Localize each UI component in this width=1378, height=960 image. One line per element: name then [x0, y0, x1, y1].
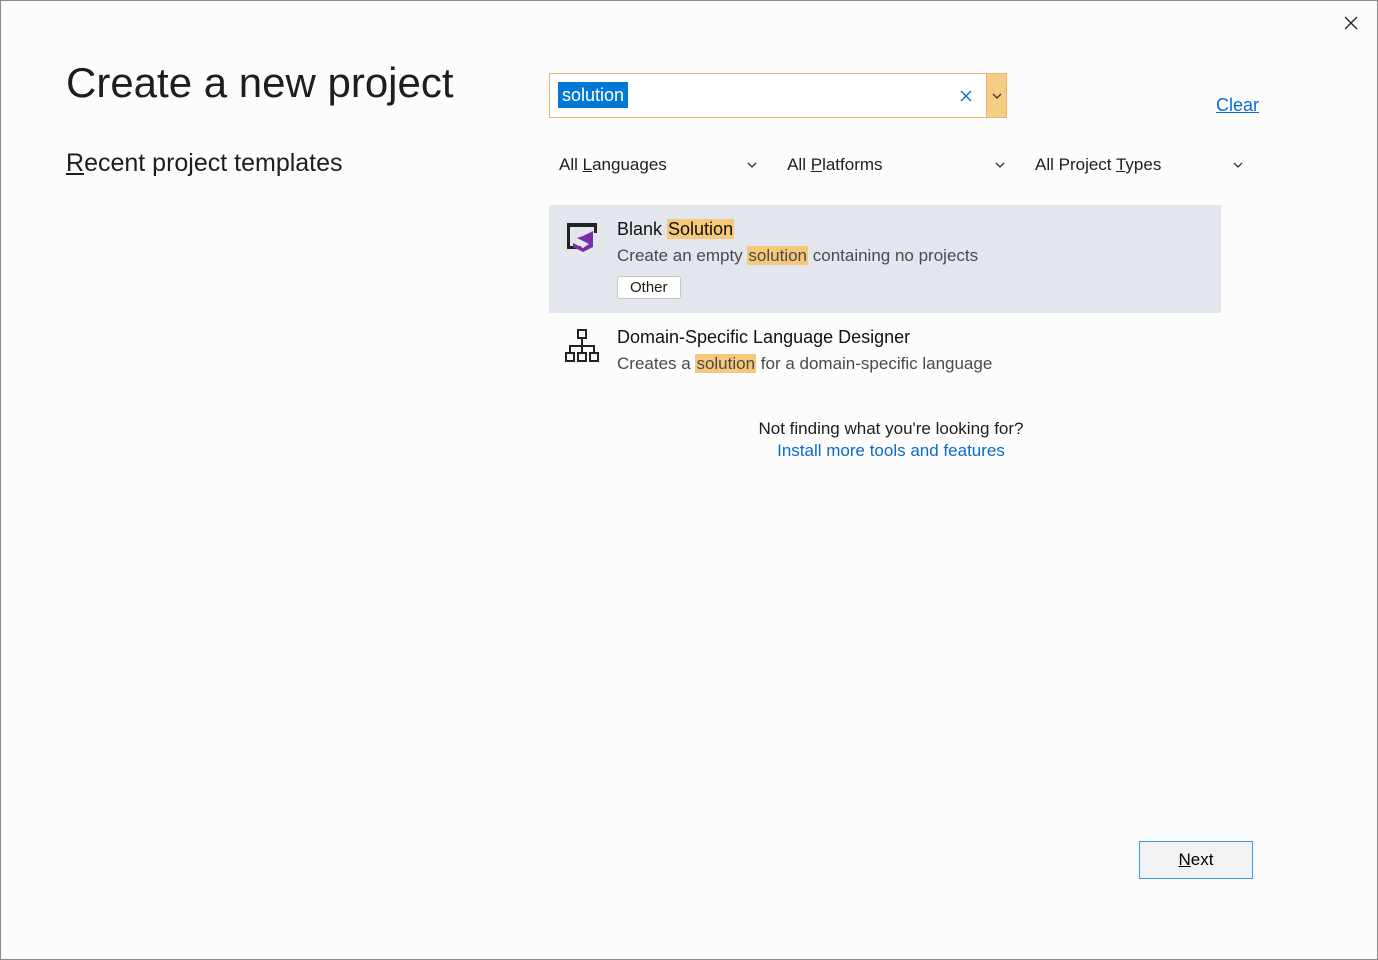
next-button[interactable]: Next [1139, 841, 1253, 879]
filter-project-types[interactable]: All Project Types [1025, 149, 1253, 181]
recent-templates-label: Recent project templates [66, 149, 343, 178]
clear-link[interactable]: Clear [1216, 95, 1259, 116]
template-item[interactable]: Blank Solution Create an empty solution c… [549, 205, 1221, 313]
template-title: Blank Solution [617, 219, 1205, 240]
template-desc: Create an empty solution containing no p… [617, 246, 1205, 266]
chevron-down-icon [747, 160, 757, 170]
not-finding-box: Not finding what you're looking for? Ins… [756, 419, 1026, 461]
template-item[interactable]: Domain-Specific Language Designer Creates… [549, 313, 1221, 388]
search-dropdown-button[interactable] [986, 74, 1006, 117]
install-tools-link[interactable]: Install more tools and features [777, 441, 1005, 461]
template-tag: Other [617, 276, 1205, 299]
chevron-down-icon [1233, 160, 1243, 170]
page-title: Create a new project [66, 59, 454, 107]
clear-search-icon[interactable] [946, 74, 986, 117]
search-box[interactable]: solution [549, 73, 1007, 118]
search-input[interactable] [550, 74, 946, 117]
chevron-down-icon [995, 160, 1005, 170]
vs-solution-icon [563, 219, 601, 257]
filter-bar: All Languages All Platforms All Project … [549, 149, 1253, 181]
close-icon[interactable] [1339, 11, 1363, 35]
template-desc: Creates a solution for a domain-specific… [617, 354, 1205, 374]
results-list: Blank Solution Create an empty solution c… [549, 205, 1221, 388]
filter-platforms[interactable]: All Platforms [777, 149, 1015, 181]
dsl-hierarchy-icon [563, 327, 601, 365]
not-finding-text: Not finding what you're looking for? [756, 419, 1026, 439]
filter-languages[interactable]: All Languages [549, 149, 767, 181]
template-title: Domain-Specific Language Designer [617, 327, 1205, 348]
